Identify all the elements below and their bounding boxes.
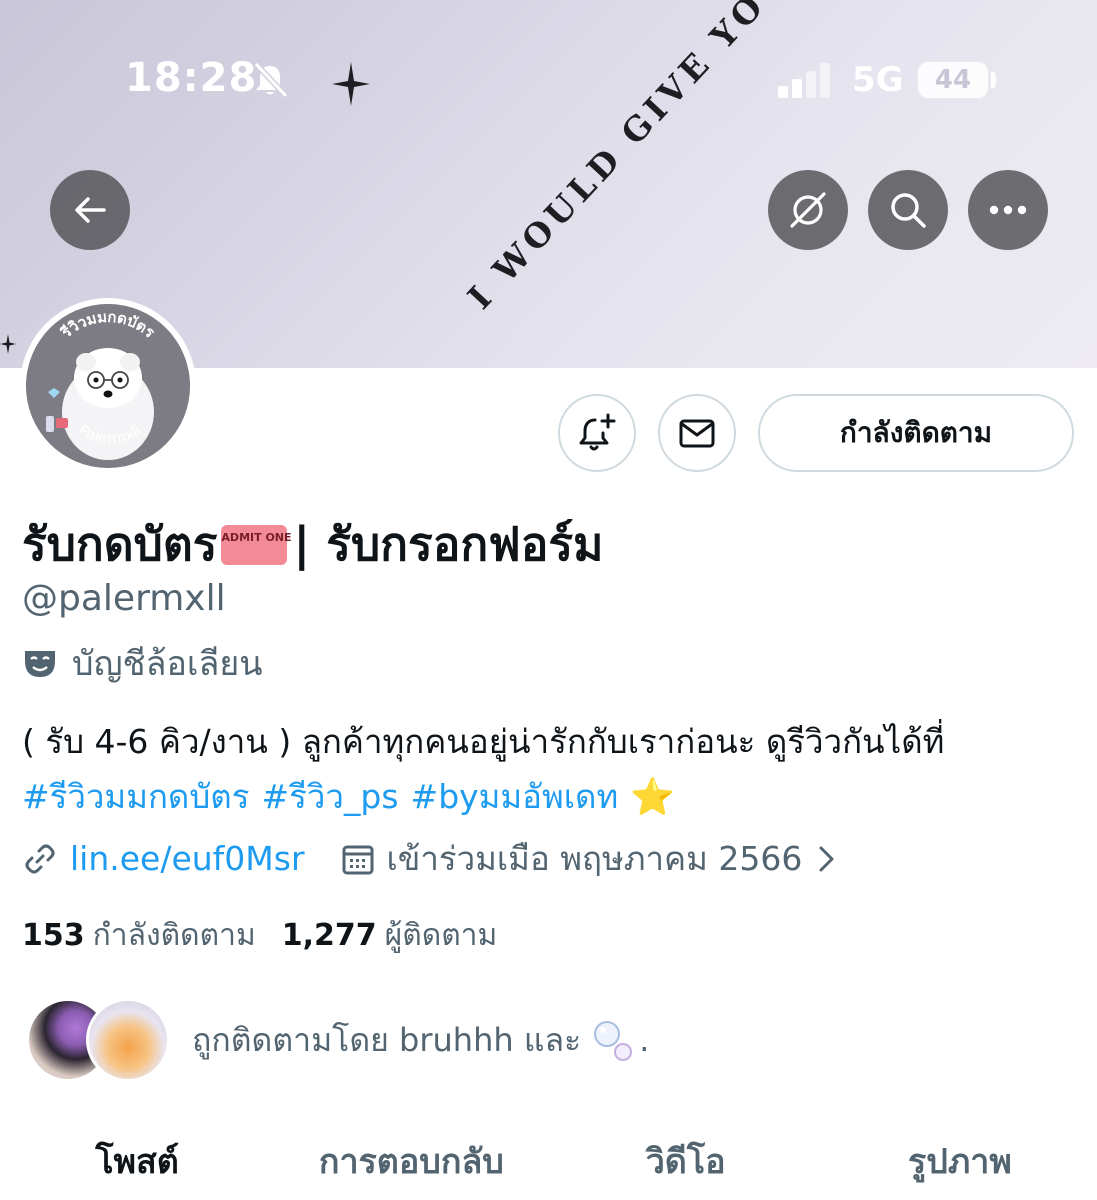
follow-counts: 153 กำลังติดตาม 1,277 ผู้ติดตาม [22, 912, 523, 959]
tab-replies[interactable]: การตอบกลับ [274, 1120, 548, 1200]
mutual-avatar [86, 998, 170, 1082]
network-label: 5G [852, 60, 904, 100]
parody-label: บัญชีล้อเลียน [72, 644, 263, 684]
username-handle: @palermxll [22, 578, 226, 619]
more-options-button[interactable] [968, 170, 1048, 250]
battery-cap [991, 72, 996, 88]
ticket-emoji: ADMIT ONE [221, 524, 292, 565]
banner-text: I WOULD GIVE YOU I [460, 0, 822, 317]
calendar-icon [342, 845, 374, 874]
link-icon [25, 844, 55, 873]
back-button[interactable] [50, 170, 130, 250]
bio-hashtags: #รีวิวมมกดบัตร #รีวิว_ps #byมมอัพเดท ⭐ [22, 770, 687, 823]
following-button[interactable]: กำลังติดตาม [758, 394, 1074, 472]
bell-plus-icon [579, 413, 616, 451]
grok-icon [790, 192, 826, 228]
hashtag-link[interactable]: #รีวิวมมกดบัตร [22, 770, 249, 823]
tab-photos[interactable]: รูปภาพ [823, 1120, 1097, 1200]
profile-avatar[interactable]: รีวิวมมกดบัตร Palermxll [20, 298, 196, 474]
following-count[interactable]: 153 [22, 918, 85, 953]
hashtag-link[interactable]: #รีวิว_ps [261, 770, 398, 823]
search-button[interactable] [868, 170, 948, 250]
cellular-signal-icon [778, 63, 830, 98]
tab-videos[interactable]: วิดีโอ [549, 1120, 823, 1200]
profile-banner[interactable]: I WOULD GIVE YOU I 18:28 5G 44 [0, 0, 1097, 368]
sparkle-icon [332, 62, 370, 106]
sparkle-icon [0, 334, 16, 354]
bell-muted-icon [253, 61, 289, 99]
display-name-part1: รับกดบัตร [22, 517, 218, 571]
profile-link[interactable]: lin.ee/euf0Msr [70, 839, 305, 878]
envelope-icon [679, 419, 715, 448]
followed-by-suffix: . [639, 1021, 650, 1059]
chevron-right-icon[interactable] [812, 842, 840, 876]
following-label[interactable]: กำลังติดตาม [93, 912, 256, 959]
profile-meta-row: lin.ee/euf0Msr เข้าร่วมเมือ พฤษภาคม 2566 [22, 832, 840, 885]
profile-bio: ( รับ 4-6 คิว/งาน ) ลูกค้าทุกคนอยู่น่ารั… [22, 722, 945, 761]
parody-mask-icon [25, 651, 55, 677]
avatar-dog-illustration: รีวิวมมกดบัตร Palermxll [26, 304, 190, 468]
tab-posts[interactable]: โพสต์ [0, 1120, 274, 1200]
star-emoji: ⭐ [630, 776, 676, 818]
message-button[interactable] [658, 394, 736, 472]
profile-tabs: โพสต์ การตอบกลับ วิดีโอ รูปภาพ [0, 1120, 1097, 1200]
followers-label[interactable]: ผู้ติดตาม [385, 912, 498, 959]
display-name-part2: | รับกรอกฟอร์ม [293, 517, 604, 571]
parody-label-row: บัญชีล้อเลียน [22, 636, 263, 690]
status-time: 18:28 [125, 55, 258, 101]
search-icon [891, 193, 926, 228]
followers-count[interactable]: 1,277 [282, 918, 377, 953]
followed-by-text: ถูกติดตามโดย bruhhh และ [192, 1020, 582, 1059]
followed-by-row[interactable]: ถูกติดตามโดย bruhhh และ . [26, 998, 649, 1082]
bubbles-emoji [594, 1021, 633, 1061]
display-name: รับกดบัตร ADMIT ONE | รับกรอกฟอร์ม [22, 508, 603, 581]
avatar-image: รีวิวมมกดบัตร Palermxll [26, 304, 190, 468]
joined-date[interactable]: เข้าร่วมเมือ พฤษภาคม 2566 [387, 832, 803, 885]
battery-level: 44 [934, 65, 972, 95]
arrow-left-icon [75, 197, 106, 223]
notifications-subscribe-button[interactable] [558, 394, 636, 472]
more-dots-icon [989, 205, 1027, 215]
hashtag-link[interactable]: #byมมอัพเดท [411, 770, 619, 823]
grok-button[interactable] [768, 170, 848, 250]
battery-icon: 44 [918, 62, 988, 98]
